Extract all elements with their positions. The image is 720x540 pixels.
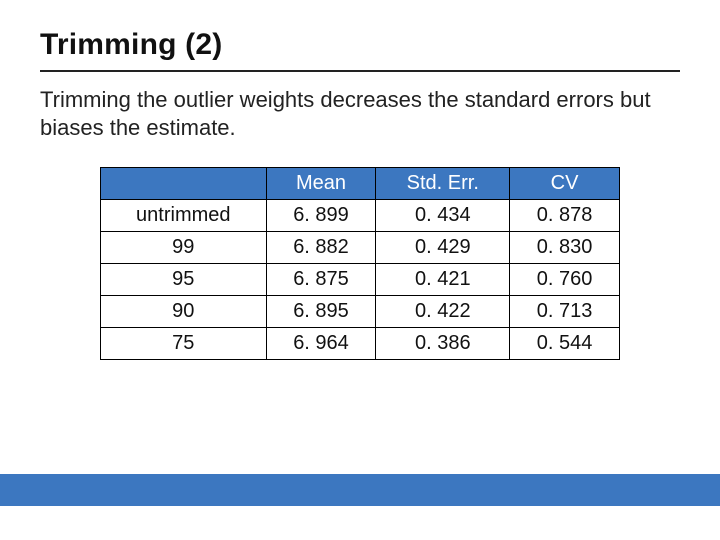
table-row: 95 6. 875 0. 421 0. 760 bbox=[101, 264, 620, 296]
title-divider bbox=[40, 70, 680, 72]
table-row: 99 6. 882 0. 429 0. 830 bbox=[101, 232, 620, 264]
cell-mean: 6. 882 bbox=[266, 232, 376, 264]
cell-cv: 0. 713 bbox=[510, 296, 620, 328]
table-header-stderr: Std. Err. bbox=[376, 168, 510, 200]
page-title: Trimming (2) bbox=[40, 28, 680, 62]
slide: Trimming (2) Trimming the outlier weight… bbox=[0, 0, 720, 540]
table-header-mean: Mean bbox=[266, 168, 376, 200]
cell-stderr: 0. 421 bbox=[376, 264, 510, 296]
body-text: Trimming the outlier weights decreases t… bbox=[40, 86, 680, 141]
row-label: 95 bbox=[101, 264, 267, 296]
table-header-blank bbox=[101, 168, 267, 200]
cell-cv: 0. 544 bbox=[510, 328, 620, 360]
table-row: 90 6. 895 0. 422 0. 713 bbox=[101, 296, 620, 328]
row-label: 75 bbox=[101, 328, 267, 360]
row-label: 99 bbox=[101, 232, 267, 264]
table-row: untrimmed 6. 899 0. 434 0. 878 bbox=[101, 200, 620, 232]
footer-accent-bar bbox=[0, 474, 720, 506]
row-label: 90 bbox=[101, 296, 267, 328]
data-table: Mean Std. Err. CV untrimmed 6. 899 0. 43… bbox=[100, 167, 620, 360]
cell-mean: 6. 964 bbox=[266, 328, 376, 360]
cell-cv: 0. 878 bbox=[510, 200, 620, 232]
cell-cv: 0. 830 bbox=[510, 232, 620, 264]
data-table-container: Mean Std. Err. CV untrimmed 6. 899 0. 43… bbox=[100, 167, 620, 360]
cell-cv: 0. 760 bbox=[510, 264, 620, 296]
cell-stderr: 0. 422 bbox=[376, 296, 510, 328]
table-row: 75 6. 964 0. 386 0. 544 bbox=[101, 328, 620, 360]
cell-mean: 6. 899 bbox=[266, 200, 376, 232]
table-header-cv: CV bbox=[510, 168, 620, 200]
cell-stderr: 0. 429 bbox=[376, 232, 510, 264]
cell-stderr: 0. 434 bbox=[376, 200, 510, 232]
table-header-row: Mean Std. Err. CV bbox=[101, 168, 620, 200]
cell-stderr: 0. 386 bbox=[376, 328, 510, 360]
cell-mean: 6. 895 bbox=[266, 296, 376, 328]
row-label: untrimmed bbox=[101, 200, 267, 232]
cell-mean: 6. 875 bbox=[266, 264, 376, 296]
